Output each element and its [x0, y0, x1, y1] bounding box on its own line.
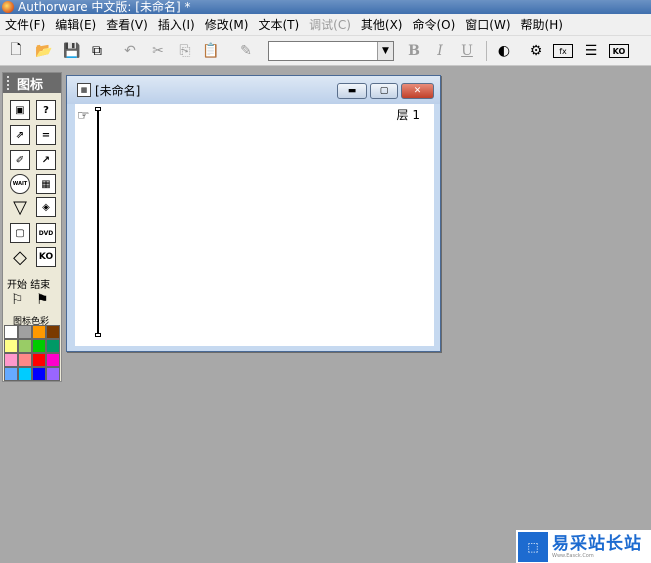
menu-item[interactable]: 命令(O)	[407, 16, 460, 33]
color-swatch[interactable]	[18, 325, 32, 339]
wait-icon[interactable]: WAIT	[10, 174, 30, 194]
interaction-icon[interactable]: ▽	[10, 197, 30, 218]
design-window-title: [未命名]	[95, 83, 141, 98]
flowline-start-cap	[95, 107, 101, 111]
paste-hand-icon: ☞	[77, 108, 90, 124]
color-swatch[interactable]	[18, 367, 32, 381]
maximize-button[interactable]: ▢	[370, 83, 398, 99]
color-swatch[interactable]	[46, 353, 60, 367]
color-swatch[interactable]	[32, 325, 46, 339]
menu-item[interactable]: 其他(X)	[356, 16, 408, 33]
icon-palette: 图标 ▣ ? ⇗ = ✐ ↗ WAIT ▦ ▽ ◈ ▢ DVD ◇ KO 开始 …	[2, 72, 62, 382]
menu-bar: 文件(F) 编辑(E) 查看(V) 插入(I) 修改(M) 文本(T) 调试(C) 其他(X)…	[0, 14, 651, 36]
color-swatch[interactable]	[32, 339, 46, 353]
display-icon[interactable]: ▣	[10, 100, 30, 120]
grip-icon[interactable]	[7, 76, 13, 90]
save-all-icon[interactable]: 💾	[62, 41, 82, 61]
copy-icon[interactable]: ⎘	[175, 41, 195, 61]
color-swatch[interactable]	[4, 325, 18, 339]
end-flag-icon[interactable]: ⚑	[36, 292, 49, 308]
site-watermark: ⬚ 易采站长站 Www.Easck.Com	[516, 530, 651, 563]
minimize-button[interactable]: ▬	[337, 83, 367, 99]
control-panel-icon[interactable]: ⚙	[526, 41, 546, 61]
restart-icon[interactable]: ◐	[494, 41, 514, 61]
new-file-icon[interactable]: 🗋	[6, 41, 26, 61]
start-end-label: 开始 结束	[7, 276, 50, 291]
watermark-text: 易采站长站	[552, 533, 642, 554]
start-label: 开始	[7, 280, 27, 291]
open-folder-icon[interactable]: 📂	[34, 41, 54, 61]
menu-item[interactable]: 窗口(W)	[460, 16, 515, 33]
color-swatches	[4, 325, 60, 381]
menu-item[interactable]: 帮助(H)	[516, 16, 568, 33]
find-icon[interactable]: ✎	[236, 41, 256, 61]
icon-palette-header: 图标	[3, 73, 61, 93]
chevron-down-icon[interactable]: ▼	[377, 42, 393, 60]
decision-icon[interactable]: ?	[36, 100, 56, 120]
erase-icon[interactable]: ✐	[10, 150, 30, 170]
flowline-canvas[interactable]: ☞ 层 1	[75, 104, 434, 346]
toolbar: 🗋 📂 💾 ⧉ ↶ ✂ ⎘ 📋 ✎ ▼ B I U ◐ ⚙ fx ☰ KO	[0, 36, 651, 66]
undo-icon[interactable]: ↶	[120, 41, 140, 61]
menu-item[interactable]: 文件(F)	[0, 16, 50, 33]
functions-icon[interactable]: fx	[553, 44, 573, 58]
italic-button[interactable]: I	[430, 41, 450, 61]
close-button[interactable]: ✕	[401, 83, 434, 99]
color-swatch[interactable]	[18, 353, 32, 367]
design-window: ▦ [未命名] ▬ ▢ ✕ ☞ 层 1	[66, 75, 441, 352]
knowledge-objects-icon[interactable]: KO	[609, 44, 629, 58]
variables-icon[interactable]: ☰	[581, 41, 601, 61]
framework-icon[interactable]: ▦	[36, 174, 56, 194]
import-icon[interactable]: ⧉	[87, 41, 107, 61]
design-window-icon: ▦	[77, 83, 91, 97]
color-swatch[interactable]	[46, 339, 60, 353]
main-flowline	[97, 109, 99, 335]
paste-icon[interactable]: 📋	[201, 41, 221, 61]
color-swatch[interactable]	[32, 367, 46, 381]
watermark-logo-icon: ⬚	[518, 531, 548, 562]
menu-item[interactable]: 编辑(E)	[50, 16, 101, 33]
underline-button[interactable]: U	[457, 41, 477, 61]
color-swatch[interactable]	[46, 367, 60, 381]
layer-label: 层 1	[396, 108, 420, 122]
app-titlebar: Authorware 中文版: [未命名] *	[0, 0, 651, 14]
dvd-icon[interactable]: DVD	[36, 223, 56, 243]
cut-icon[interactable]: ✂	[148, 41, 168, 61]
knowledge-object-icon[interactable]: KO	[36, 247, 56, 267]
decision-diamond-icon[interactable]: ◇	[10, 247, 30, 268]
flowline-end-cap	[95, 333, 101, 337]
icon-palette-title: 图标	[17, 77, 44, 93]
authorware-logo-icon	[2, 1, 14, 13]
font-select[interactable]: ▼	[268, 41, 394, 61]
color-swatch[interactable]	[4, 339, 18, 353]
menu-item[interactable]: 调试(C)	[304, 16, 356, 33]
calculation-icon[interactable]: =	[36, 125, 56, 145]
end-label: 结束	[30, 280, 51, 291]
app-title: Authorware 中文版: [未命名] *	[18, 0, 191, 14]
color-swatch[interactable]	[4, 353, 18, 367]
color-swatch[interactable]	[4, 367, 18, 381]
color-swatch[interactable]	[18, 339, 32, 353]
motion-icon[interactable]: ⇗	[10, 125, 30, 145]
menu-item[interactable]: 插入(I)	[153, 16, 200, 33]
menu-item[interactable]: 查看(V)	[101, 16, 153, 33]
map-icon[interactable]: ▢	[10, 223, 30, 243]
bold-button[interactable]: B	[404, 41, 424, 61]
color-swatch[interactable]	[32, 353, 46, 367]
toolbar-separator	[486, 41, 487, 61]
color-swatch[interactable]	[46, 325, 60, 339]
menu-item[interactable]: 修改(M)	[200, 16, 254, 33]
menu-item[interactable]: 文本(T)	[253, 16, 304, 33]
navigate-icon[interactable]: ↗	[36, 150, 56, 170]
movie-icon[interactable]: ◈	[36, 197, 56, 217]
start-flag-icon[interactable]: ⚐	[11, 292, 24, 308]
